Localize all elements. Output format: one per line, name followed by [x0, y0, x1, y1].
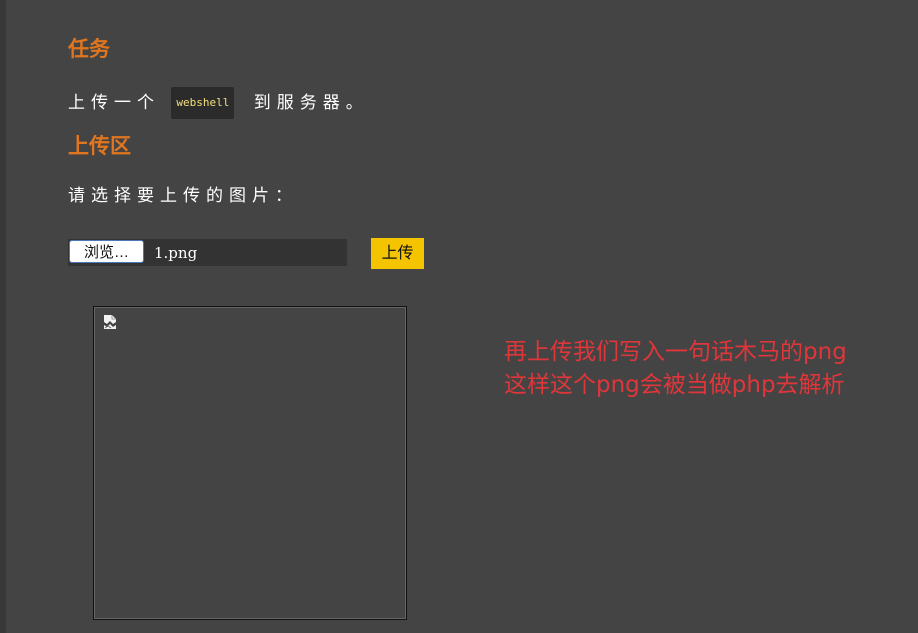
- annotation-line-1: 再上传我们写入一句话木马的png: [504, 339, 847, 365]
- webshell-code: webshell: [171, 87, 235, 119]
- task-description: 上传一个 webshell 到服务器。: [68, 87, 369, 119]
- annotation-line-2: 这样这个png会被当做php去解析: [504, 372, 845, 398]
- image-preview: [93, 306, 407, 620]
- broken-image-icon: [104, 315, 116, 329]
- left-border: [0, 0, 6, 633]
- upload-heading: 上传区: [68, 133, 131, 158]
- file-input[interactable]: 浏览… 1.png: [68, 239, 347, 266]
- task-text-after: 到服务器。: [253, 93, 369, 113]
- upload-prompt: 请选择要上传的图片：: [68, 186, 298, 206]
- browse-button[interactable]: 浏览…: [69, 240, 144, 263]
- upload-button[interactable]: 上传: [371, 238, 424, 269]
- task-heading: 任务: [68, 36, 110, 61]
- task-text-before: 上传一个: [68, 93, 160, 113]
- selected-file-name: 1.png: [154, 244, 198, 262]
